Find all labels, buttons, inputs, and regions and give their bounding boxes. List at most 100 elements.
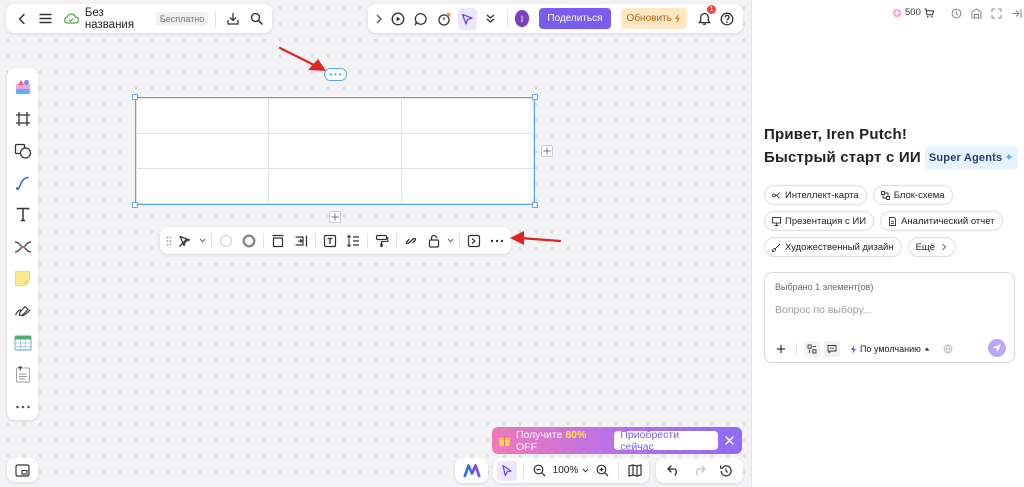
history-icon[interactable] xyxy=(715,461,737,481)
notification-badge: 1 xyxy=(706,4,716,14)
border-color-icon[interactable] xyxy=(238,230,258,251)
fill-color-icon[interactable] xyxy=(216,230,236,251)
resize-handle-top-left[interactable] xyxy=(132,94,138,100)
more-options-icon[interactable] xyxy=(486,230,506,251)
chip-flowchart[interactable]: Блок-схема xyxy=(872,185,953,205)
chevron-down-icon[interactable] xyxy=(581,468,589,473)
table-cell[interactable] xyxy=(268,98,402,134)
caret-up-icon xyxy=(924,347,930,351)
line-spacing-icon[interactable] xyxy=(342,230,362,251)
text-format-icon[interactable] xyxy=(320,230,340,251)
resize-handle-top-right[interactable] xyxy=(532,94,538,100)
promo-discount: 80% xyxy=(565,428,587,441)
pen-icon[interactable] xyxy=(12,300,34,321)
upgrade-button[interactable]: Обновить xyxy=(620,8,687,29)
credits-balance[interactable]: 500 xyxy=(892,7,934,18)
chevron-down-icon[interactable] xyxy=(198,230,207,251)
table-cell[interactable] xyxy=(400,133,535,169)
model-selector[interactable]: По умолчанию xyxy=(850,344,930,354)
chip-more[interactable]: Ещё xyxy=(907,237,956,257)
link-icon[interactable] xyxy=(401,230,421,251)
web-search-icon[interactable] xyxy=(940,341,956,357)
add-row-button[interactable] xyxy=(329,211,341,223)
selected-table[interactable] xyxy=(135,97,535,205)
text-tool-icon[interactable] xyxy=(12,204,34,225)
zoom-out-icon[interactable] xyxy=(530,461,550,481)
double-chevron-down-icon[interactable] xyxy=(481,8,500,30)
connector-icon[interactable] xyxy=(12,172,34,193)
library-icon[interactable] xyxy=(969,6,983,20)
laser-pointer-icon[interactable] xyxy=(457,7,477,30)
chip-mindmap[interactable]: Интеллект-карта xyxy=(764,185,867,205)
chevron-right-icon xyxy=(939,243,948,252)
close-icon[interactable] xyxy=(723,434,736,448)
divider xyxy=(522,462,524,479)
chevron-right-icon[interactable] xyxy=(374,8,384,30)
format-painter-icon[interactable] xyxy=(372,230,392,251)
share-button[interactable]: Поделиться xyxy=(539,8,611,29)
send-button[interactable] xyxy=(988,339,1006,357)
download-icon[interactable] xyxy=(223,8,242,30)
table-cell[interactable] xyxy=(400,98,535,134)
mindmap-icon[interactable] xyxy=(12,236,34,257)
add-attachment-icon[interactable] xyxy=(773,341,789,357)
timer-icon[interactable] xyxy=(435,8,454,30)
chat-mode-icon[interactable] xyxy=(824,341,840,357)
chip-art-design[interactable]: Художественный дизайн xyxy=(764,237,902,257)
super-agents-badge[interactable]: Super Agents ✦ xyxy=(924,146,1018,170)
ai-prompt-box[interactable]: Выбрано 1 элемент(ов) Вопрос по выбору..… xyxy=(764,272,1015,363)
ai-magic-icon[interactable] xyxy=(176,230,196,251)
table-cell[interactable] xyxy=(135,133,270,169)
table-more-options-button[interactable] xyxy=(324,68,347,81)
canvas-context-icon[interactable] xyxy=(804,341,820,357)
help-icon[interactable] xyxy=(718,8,737,30)
comment-icon[interactable] xyxy=(411,8,430,30)
text-document-icon[interactable] xyxy=(12,364,34,385)
search-icon[interactable] xyxy=(247,8,266,30)
buy-now-button[interactable]: Приобрести сейчас xyxy=(614,429,718,453)
chip-analytics-report[interactable]: Аналитический отчет xyxy=(880,211,1003,231)
prompt-input[interactable]: Вопрос по выбору... xyxy=(775,304,871,316)
play-icon[interactable] xyxy=(388,8,407,30)
back-icon[interactable] xyxy=(12,8,31,30)
chip-ai-presentation[interactable]: Презентация с ИИ xyxy=(764,211,875,231)
shapes-icon[interactable] xyxy=(12,140,34,161)
more-tools-icon[interactable] xyxy=(12,396,34,417)
map-book-icon[interactable] xyxy=(625,461,645,481)
resize-handle-bottom-right[interactable] xyxy=(532,202,538,208)
undo-icon[interactable] xyxy=(662,461,684,481)
table-grid[interactable] xyxy=(135,98,535,204)
zoom-level[interactable]: 100% xyxy=(553,465,579,476)
top-right-bar: I Поделиться Обновить 1 xyxy=(368,4,743,33)
chevron-down-icon[interactable] xyxy=(446,230,455,251)
insert-column-icon[interactable] xyxy=(290,230,310,251)
expand-icon[interactable] xyxy=(989,6,1003,20)
app-logo-button[interactable] xyxy=(455,458,488,483)
presentation-frame-icon[interactable] xyxy=(464,230,484,251)
table-tool-icon[interactable] xyxy=(12,332,34,353)
insert-row-icon[interactable] xyxy=(268,230,288,251)
select-cursor-icon[interactable] xyxy=(497,460,517,481)
templates-icon[interactable] xyxy=(12,76,34,97)
lock-icon[interactable] xyxy=(424,230,444,251)
redo-icon[interactable] xyxy=(688,461,710,481)
resize-handle-bottom-left[interactable] xyxy=(132,202,138,208)
add-column-button[interactable] xyxy=(541,145,553,157)
avatar[interactable]: I xyxy=(514,10,530,27)
table-cell[interactable] xyxy=(135,98,270,134)
document-title[interactable]: Без названия xyxy=(85,7,148,31)
zoom-in-icon[interactable] xyxy=(592,461,612,481)
minimap-icon[interactable] xyxy=(15,463,30,477)
history-icon[interactable] xyxy=(949,6,963,20)
table-cell[interactable] xyxy=(400,168,535,204)
drag-handle-icon[interactable] xyxy=(164,230,174,251)
table-cell[interactable] xyxy=(268,168,402,204)
menu-icon[interactable] xyxy=(35,8,54,30)
collapse-panel-icon[interactable] xyxy=(1009,6,1023,20)
divider xyxy=(506,10,508,27)
notification-bell-icon[interactable]: 1 xyxy=(695,4,716,30)
table-cell[interactable] xyxy=(268,133,402,169)
sticky-note-icon[interactable] xyxy=(12,268,34,289)
frame-icon[interactable] xyxy=(12,108,34,129)
table-cell[interactable] xyxy=(135,168,270,204)
